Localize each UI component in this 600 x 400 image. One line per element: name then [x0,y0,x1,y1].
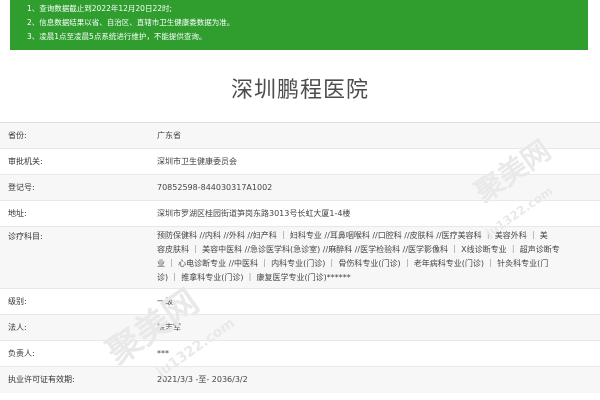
value-line: 业 ｜ 心电诊断专业 //中医科 ｜ 内科专业(门诊) ｜ 骨伤科专业(门诊) … [157,259,549,268]
notice-line: 3、凌晨1点至凌晨5点系统进行维护，不能提供查询。 [27,32,207,41]
field-value: 2021/3/3 -至- 2036/3/2 [148,366,600,393]
field-label: 审批机关: [0,148,148,175]
field-label: 地址: [0,200,148,227]
table-row: 负责人: *** [0,340,600,367]
field-label: 级别: [0,288,148,315]
field-value: 70852598-844030317A1002 [148,174,600,201]
field-value: 深圳市卫生健康委员会 [148,148,600,175]
field-label: 诊疗科目: [0,226,148,289]
table-row: 省份: 广东省 [0,122,600,149]
table-row: 诊疗科目: 预防保健科 //内科 //外科 //妇产科 ｜ 妇科专业 //耳鼻咽… [0,226,600,289]
field-label: 登记号: [0,174,148,201]
hospital-info-table: 省份: 广东省 审批机关: 深圳市卫生健康委员会 登记号: 70852598-8… [0,122,600,393]
table-row: 法人: 徐志军 [0,314,600,341]
value-line: 诊) ｜ 推拿科专业(门诊) ｜ 康复医学专业(门诊)****** [157,273,351,282]
table-row: 级别: 一级 [0,288,600,315]
field-label: 负责人: [0,340,148,367]
notice-line: 2、信息数据结果以省、自治区、直辖市卫生健康委数据为准。 [27,18,235,27]
field-label: 执业许可证有效期: [0,366,148,393]
field-label: 法人: [0,314,148,341]
table-row: 审批机关: 深圳市卫生健康委员会 [0,148,600,175]
value-line: 容皮肤科 ｜ 美容中医科 //急诊医学科(急诊室) //麻醉科 //医学检验科 … [157,245,560,254]
field-value: 深圳市罗湖区桂园街道笋岗东路3013号长虹大厦1-4楼 [148,200,600,227]
table-row: 登记号: 70852598-844030317A1002 [0,174,600,201]
notice-line: 1、查询数据截止到2022年12月20日22时; [27,4,173,13]
field-value-multiline: 预防保健科 //内科 //外科 //妇产科 ｜ 妇科专业 //耳鼻咽喉科 //口… [148,226,600,289]
value-line: 预防保健科 //内科 //外科 //妇产科 ｜ 妇科专业 //耳鼻咽喉科 //口… [157,231,548,240]
field-label: 省份: [0,122,148,149]
notice-banner: 1、查询数据截止到2022年12月20日22时; 2、信息数据结果以省、自治区、… [10,0,588,50]
field-value: 徐志军 [148,314,600,341]
field-value: 广东省 [148,122,600,149]
hospital-name: 深圳鹏程医院 [230,78,369,103]
field-value: *** [148,340,600,367]
field-value: 一级 [148,288,600,315]
table-row: 地址: 深圳市罗湖区桂园街道笋岗东路3013号长虹大厦1-4楼 [0,200,600,227]
table-row: 执业许可证有效期: 2021/3/3 -至- 2036/3/2 [0,366,600,393]
